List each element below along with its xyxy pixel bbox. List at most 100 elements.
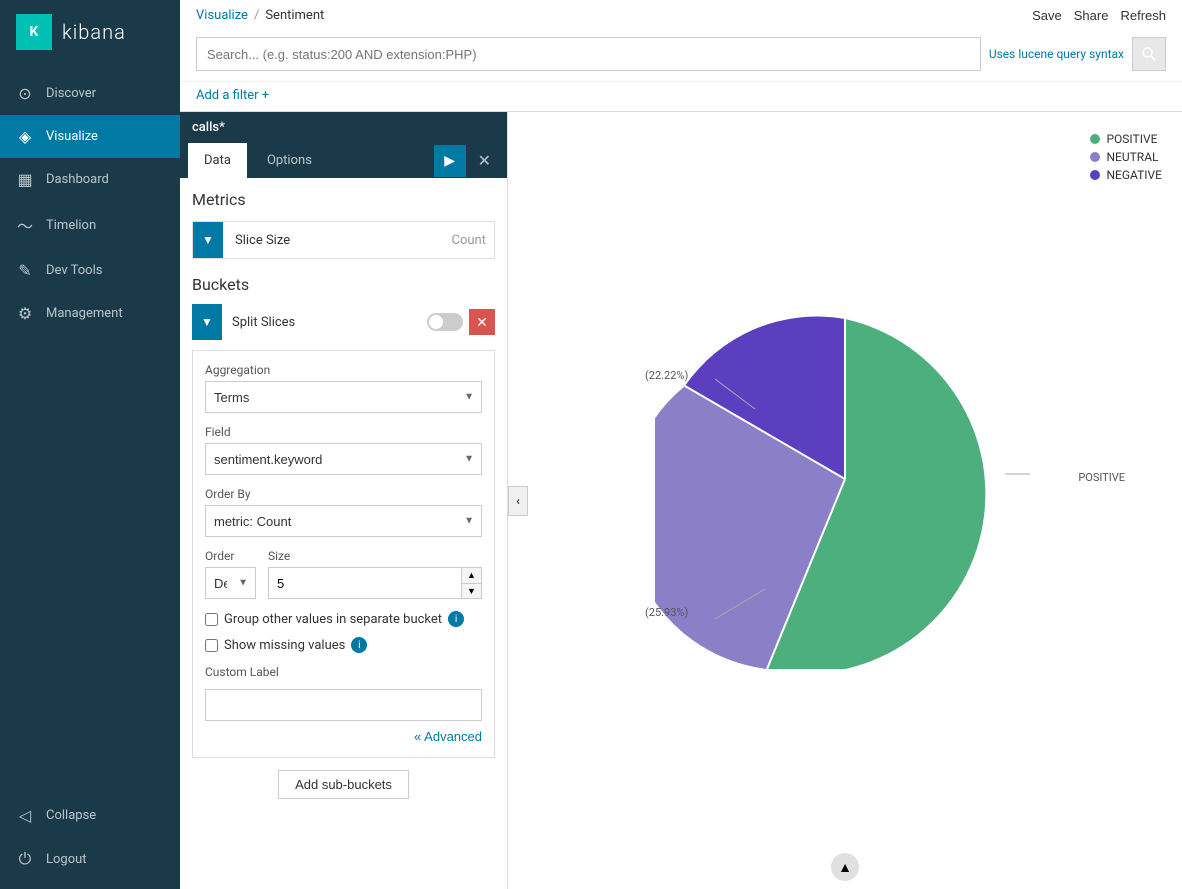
size-group: Size ▲ ▼: [268, 549, 482, 599]
group-other-label[interactable]: Group other values in separate bucket: [224, 612, 442, 627]
group-other-info-icon[interactable]: i: [448, 611, 464, 627]
viz-collapse-button[interactable]: ‹: [508, 486, 528, 516]
split-slices-label: Split Slices: [222, 315, 427, 330]
visualize-icon: ◈: [16, 127, 34, 146]
legend-label-positive: POSITIVE: [1106, 132, 1157, 146]
refresh-button[interactable]: Refresh: [1120, 8, 1166, 23]
size-label: Size: [268, 549, 482, 563]
slice-size-expand-button[interactable]: ▼: [193, 222, 223, 258]
size-up-button[interactable]: ▲: [462, 568, 481, 584]
sidebar-item-label-management: Management: [46, 306, 123, 321]
aggregation-select[interactable]: Terms Filters Date Histogram: [205, 381, 482, 413]
search-input[interactable]: [207, 47, 970, 62]
order-by-label: Order By: [205, 487, 482, 501]
viz-bottom: ▲: [508, 845, 1182, 889]
topbar-breadcrumb-row: Visualize / Sentiment Save Share Refresh: [180, 0, 1182, 31]
show-missing-checkbox[interactable]: [205, 639, 218, 652]
sidebar-item-visualize[interactable]: ◈ Visualize: [0, 115, 180, 158]
legend-item-positive[interactable]: POSITIVE: [1090, 132, 1162, 146]
panel-title: calls*: [192, 120, 225, 135]
sidebar-item-label-devtools: Dev Tools: [46, 263, 102, 278]
size-down-button[interactable]: ▼: [462, 584, 481, 599]
left-panel: calls* Data Options ▶ ✕ Metrics ▼ Slice …: [180, 112, 508, 889]
content-area: calls* Data Options ▶ ✕ Metrics ▼ Slice …: [180, 112, 1182, 889]
add-subbuckets-button[interactable]: Add sub-buckets: [278, 770, 409, 799]
viz-legend: POSITIVE NEUTRAL NEGATIVE: [1090, 132, 1162, 186]
breadcrumb-separator: /: [254, 8, 259, 23]
sidebar-item-dashboard[interactable]: ▦ Dashboard: [0, 158, 180, 201]
positive-dot: [1090, 134, 1100, 144]
legend-item-negative[interactable]: NEGATIVE: [1090, 168, 1162, 182]
sidebar-item-discover[interactable]: ⊙ Discover: [0, 72, 180, 115]
sidebar-nav: ⊙ Discover ◈ Visualize ▦ Dashboard 〜 Tim…: [0, 64, 180, 794]
tab-options[interactable]: Options: [251, 143, 328, 178]
show-missing-info-icon[interactable]: i: [351, 637, 367, 653]
search-button[interactable]: [1132, 37, 1166, 71]
sidebar-item-timelion[interactable]: 〜 Timelion: [0, 201, 180, 249]
sidebar-item-logout[interactable]: ⏻ Logout: [0, 837, 180, 881]
order-by-select[interactable]: metric: Count: [205, 505, 482, 537]
metrics-section: Metrics ▼ Slice Size Count: [192, 190, 495, 259]
viz-content: POSITIVE NEUTRAL NEGATIVE: [508, 112, 1182, 845]
sidebar-item-devtools[interactable]: ✎ Dev Tools: [0, 249, 180, 292]
field-select-wrap: sentiment.keyword ▼: [205, 443, 482, 475]
logout-icon: ⏻: [16, 849, 34, 869]
panel-content: Metrics ▼ Slice Size Count Buckets ▼ Spl…: [180, 178, 507, 827]
lucene-link[interactable]: Uses lucene query syntax: [989, 47, 1124, 61]
sidebar-item-label-dashboard: Dashboard: [46, 172, 109, 187]
share-button[interactable]: Share: [1074, 8, 1109, 23]
custom-label-section: Custom Label: [205, 665, 482, 721]
advanced-link-wrap: « Advanced: [205, 729, 482, 745]
neutral-dot: [1090, 152, 1100, 162]
close-tab-button[interactable]: ✕: [470, 147, 499, 174]
negative-dot: [1090, 170, 1100, 180]
order-size-row: Order Descenc Ascend ▼ S: [205, 549, 482, 599]
panel-tabs: Data Options ▶ ✕: [180, 143, 507, 178]
order-label: Order: [205, 549, 256, 563]
group-other-checkbox[interactable]: [205, 613, 218, 626]
viz-panel: ‹ POSITIVE NEUTRAL NEGATIVE: [508, 112, 1182, 889]
tab-data[interactable]: Data: [188, 143, 247, 178]
buckets-section: Buckets ▼ Split Slices ✕: [192, 275, 495, 815]
advanced-button[interactable]: « Advanced: [414, 729, 482, 744]
show-missing-label[interactable]: Show missing values: [224, 638, 345, 653]
field-select[interactable]: sentiment.keyword: [205, 443, 482, 475]
size-input[interactable]: [269, 568, 461, 598]
field-label: Field: [205, 425, 482, 439]
add-filter-button[interactable]: Add a filter +: [196, 88, 269, 103]
search-input-wrap: [196, 37, 981, 71]
custom-label-title: Custom Label: [205, 665, 482, 679]
delete-bucket-button[interactable]: ✕: [469, 309, 495, 335]
sidebar-item-collapse[interactable]: ◁ Collapse: [0, 794, 180, 837]
save-button[interactable]: Save: [1032, 8, 1062, 23]
timelion-icon: 〜: [16, 213, 34, 237]
topbar: Visualize / Sentiment Save Share Refresh…: [180, 0, 1182, 112]
breadcrumb-visualize-link[interactable]: Visualize: [196, 8, 248, 23]
kibana-logo-box: K: [16, 14, 52, 50]
run-button[interactable]: ▶: [434, 145, 466, 177]
show-missing-row: Show missing values i: [205, 637, 482, 653]
pie-label-25: (25.93%): [645, 606, 688, 619]
sidebar-item-label-collapse: Collapse: [46, 808, 96, 823]
pie-chart-wrap: (22.22%) (25.93%) POSITIVE: [655, 289, 1035, 669]
field-field-group: Field sentiment.keyword ▼: [205, 425, 482, 475]
bucket-content: Aggregation Terms Filters Date Histogram…: [192, 350, 495, 758]
sidebar-item-label-logout: Logout: [46, 852, 87, 867]
legend-item-neutral[interactable]: NEUTRAL: [1090, 150, 1162, 164]
sidebar-bottom: ◁ Collapse ⏻ Logout: [0, 794, 180, 889]
topbar-search-row: Uses lucene query syntax: [180, 31, 1182, 81]
aggregation-field-group: Aggregation Terms Filters Date Histogram…: [205, 363, 482, 413]
kibana-logo-text: kibana: [62, 20, 126, 44]
custom-label-input[interactable]: [205, 689, 482, 721]
split-slices-toggle[interactable]: [427, 313, 463, 331]
discover-icon: ⊙: [16, 84, 34, 103]
split-slices-row: ▼ Split Slices ✕: [192, 304, 495, 340]
order-select[interactable]: Descenc Ascend: [205, 567, 256, 599]
aggregation-select-wrap: Terms Filters Date Histogram ▼: [205, 381, 482, 413]
viz-scroll-button[interactable]: ▲: [831, 853, 859, 881]
split-slices-expand-button[interactable]: ▼: [192, 304, 222, 340]
breadcrumb: Visualize / Sentiment: [196, 8, 324, 23]
sidebar-item-management[interactable]: ⚙ Management: [0, 292, 180, 335]
add-subbuckets-wrap: Add sub-buckets: [192, 770, 495, 815]
breadcrumb-current: Sentiment: [265, 8, 324, 23]
